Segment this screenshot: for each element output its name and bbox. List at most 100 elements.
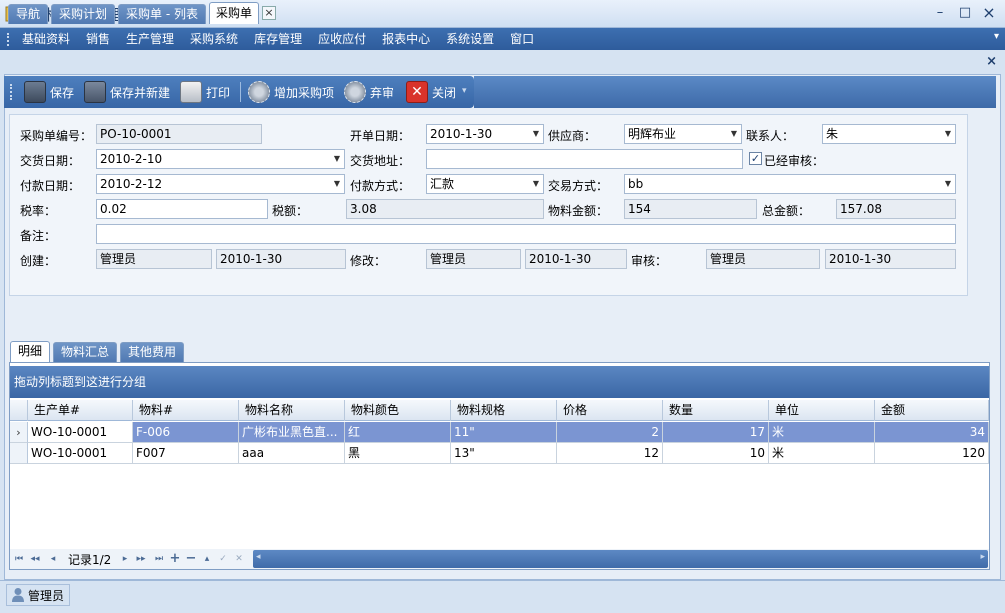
chevron-down-icon[interactable]: ▼	[334, 175, 340, 193]
column-header[interactable]: 数量	[663, 400, 769, 421]
grid-cell[interactable]: 34	[875, 422, 989, 443]
delete-record-icon[interactable]: −	[184, 550, 198, 568]
toolbar-overflow-icon[interactable]: ▾	[462, 86, 467, 96]
tax-rate-field[interactable]: 0.02	[96, 199, 268, 219]
grid-cell[interactable]: 17	[663, 422, 769, 443]
menu-inventory[interactable]: 库存管理	[246, 28, 310, 50]
add-record-icon[interactable]: +	[168, 550, 182, 568]
next-record-icon[interactable]: ▸	[118, 550, 132, 568]
column-header[interactable]: 价格	[557, 400, 663, 421]
abandon-review-button[interactable]: 弃审	[344, 79, 394, 105]
column-header[interactable]: 单位	[769, 400, 875, 421]
grid-cell[interactable]: 10	[663, 443, 769, 464]
chevron-down-icon[interactable]: ▼	[945, 125, 951, 143]
close-button[interactable]: ✕ 关闭	[406, 79, 456, 105]
grid-cell[interactable]: aaa	[239, 443, 345, 464]
print-button[interactable]: 打印	[180, 79, 230, 105]
modified-date-field: 2010-1-30	[525, 249, 627, 269]
tab-detail[interactable]: 明细	[10, 341, 50, 362]
tax-amount-label: 税额：	[272, 204, 309, 218]
column-header[interactable]: 物料规格	[451, 400, 557, 421]
prev-page-icon[interactable]: ◂◂	[28, 550, 42, 568]
close-icon: ✕	[406, 81, 428, 103]
chevron-down-icon[interactable]: ▼	[533, 125, 539, 143]
tab-po-list[interactable]: 采购单 - 列表	[118, 4, 206, 24]
scroll-left-icon[interactable]: ◂	[256, 552, 261, 562]
prev-record-icon[interactable]: ◂	[46, 550, 60, 568]
menu-purchase[interactable]: 采购系统	[182, 28, 246, 50]
save-button[interactable]: 保存	[24, 79, 74, 105]
tab-material-summary[interactable]: 物料汇总	[53, 342, 117, 362]
edit-record-icon[interactable]: ▴	[200, 550, 214, 568]
column-header[interactable]: 物料颜色	[345, 400, 451, 421]
tab-close-icon[interactable]: ×	[262, 6, 276, 20]
table-row[interactable]: WO-10-0001 F007 aaa 黑 13" 12 10 米 120	[10, 443, 989, 464]
document-tabs	[0, 50, 1005, 74]
column-header[interactable]: 物料#	[133, 400, 239, 421]
menu-basic-data[interactable]: 基础资料	[14, 28, 78, 50]
tab-purchase-order[interactable]: 采购单	[209, 2, 259, 24]
grid-cell[interactable]: 黑	[345, 443, 451, 464]
minimize-button[interactable]: –	[930, 4, 950, 22]
pay-date-field[interactable]: 2010-2-12 ▼	[96, 174, 345, 194]
menu-receivable[interactable]: 应收应付	[310, 28, 374, 50]
save-record-icon[interactable]: ✓	[216, 550, 230, 568]
tax-amount-field: 3.08	[346, 199, 544, 219]
tab-purchase-plan[interactable]: 采购计划	[51, 4, 115, 24]
trade-method-field[interactable]: bb ▼	[624, 174, 956, 194]
menu-window[interactable]: 窗口	[502, 28, 542, 50]
grid-cell[interactable]: 12	[557, 443, 663, 464]
grid-cell[interactable]: 米	[769, 443, 875, 464]
grid-cell[interactable]: F-006	[133, 422, 239, 443]
chevron-down-icon[interactable]: ▼	[533, 175, 539, 193]
menu-reports[interactable]: 报表中心	[374, 28, 438, 50]
scroll-right-icon[interactable]: ▸	[980, 552, 985, 562]
reviewed-checkbox[interactable]: ✓	[749, 152, 762, 165]
grid-cell[interactable]: WO-10-0001	[28, 443, 133, 464]
pay-method-label: 付款方式：	[350, 179, 411, 193]
open-date-field[interactable]: 2010-1-30 ▼	[426, 124, 544, 144]
grid-cell[interactable]: 2	[557, 422, 663, 443]
group-by-panel[interactable]: 拖动列标题到这进行分组	[10, 366, 989, 398]
remark-field[interactable]	[96, 224, 956, 244]
chevron-down-icon[interactable]: ▾	[994, 31, 999, 42]
pay-method-field[interactable]: 汇款 ▼	[426, 174, 544, 194]
table-row[interactable]: › WO-10-0001 F-006 广彬布业黑色直... 红 11" 2 17…	[10, 422, 989, 443]
tab-other-fees[interactable]: 其他费用	[120, 342, 184, 362]
grid-cell[interactable]: 11"	[451, 422, 557, 443]
horizontal-scrollbar[interactable]: ◂ ▸	[253, 550, 988, 568]
last-record-icon[interactable]: ⏭	[152, 550, 166, 568]
contact-field[interactable]: 朱 ▼	[822, 124, 956, 144]
grid-cell[interactable]: 13"	[451, 443, 557, 464]
chevron-down-icon[interactable]: ▼	[334, 150, 340, 168]
contact-label: 联系人：	[746, 129, 795, 143]
chevron-down-icon[interactable]: ▼	[945, 175, 951, 193]
grid-cell[interactable]: F007	[133, 443, 239, 464]
grid-cell[interactable]: 米	[769, 422, 875, 443]
chevron-down-icon[interactable]: ▼	[731, 125, 737, 143]
close-window-button[interactable]: ×	[979, 4, 999, 22]
save-and-new-button[interactable]: 保存并新建	[84, 79, 170, 105]
delivery-date-field[interactable]: 2010-2-10 ▼	[96, 149, 345, 169]
grid-cell[interactable]: 广彬布业黑色直...	[239, 422, 345, 443]
grid-cell[interactable]: WO-10-0001	[28, 422, 133, 443]
cancel-edit-icon[interactable]: ✕	[232, 550, 246, 568]
menu-sales[interactable]: 销售	[78, 28, 118, 50]
first-record-icon[interactable]: ⏮	[12, 550, 26, 568]
po-number-field[interactable]: PO-10-0001	[96, 124, 262, 144]
column-header[interactable]: 金额	[875, 400, 989, 421]
grid-cell[interactable]: 120	[875, 443, 989, 464]
column-header[interactable]: 物料名称	[239, 400, 345, 421]
menu-settings[interactable]: 系统设置	[438, 28, 502, 50]
tab-navigation[interactable]: 导航	[8, 4, 48, 24]
column-header[interactable]: 生产单#	[28, 400, 133, 421]
menu-production[interactable]: 生产管理	[118, 28, 182, 50]
tax-rate-label: 税率：	[20, 204, 57, 218]
grid-cell[interactable]: 红	[345, 422, 451, 443]
delivery-address-field[interactable]	[426, 149, 743, 169]
next-page-icon[interactable]: ▸▸	[134, 550, 148, 568]
supplier-field[interactable]: 明辉布业 ▼	[624, 124, 742, 144]
maximize-button[interactable]: □	[955, 4, 975, 22]
add-item-button[interactable]: 增加采购项	[248, 79, 334, 105]
close-document-icon[interactable]: ×	[986, 54, 997, 69]
